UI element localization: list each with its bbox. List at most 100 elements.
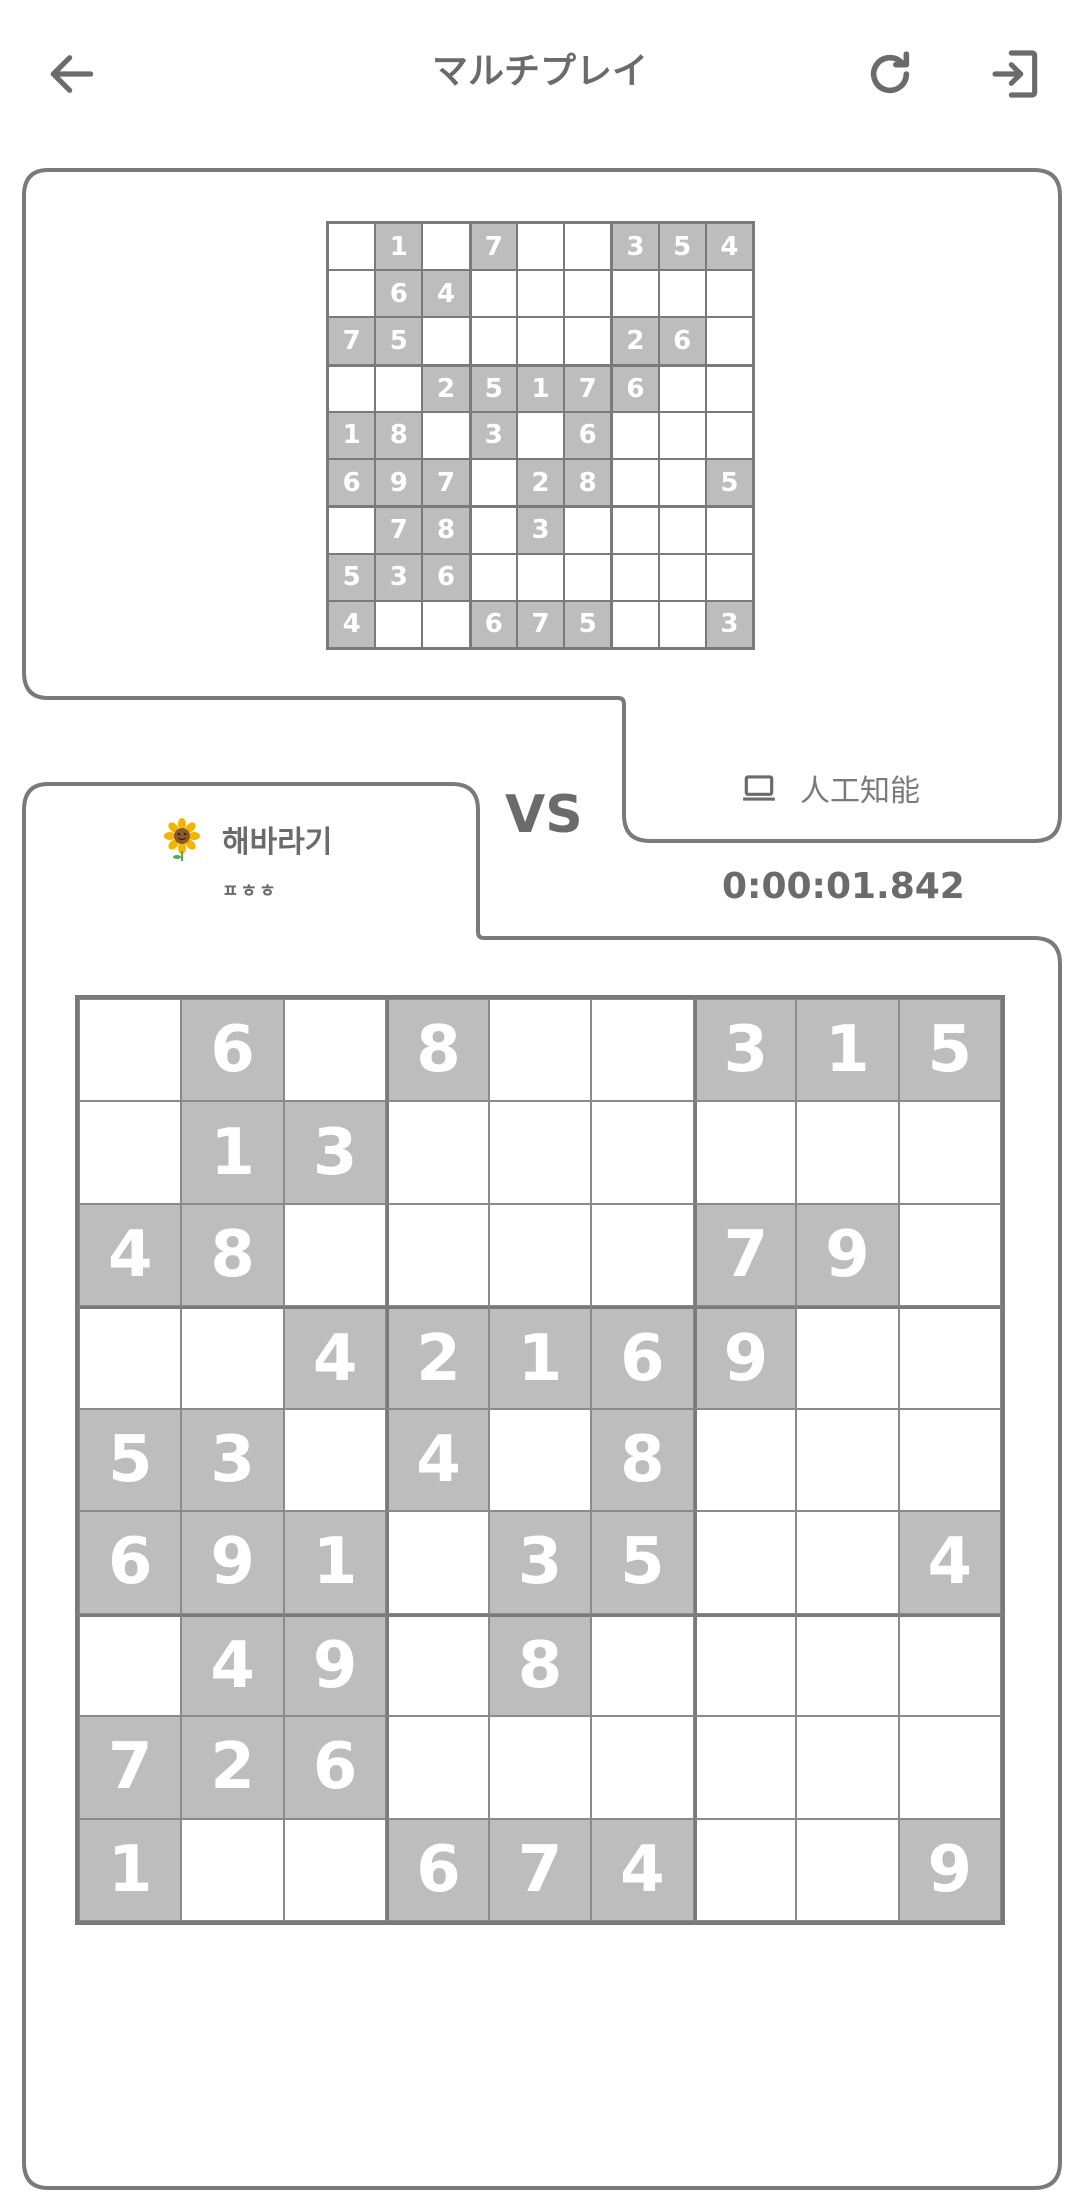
sudoku-cell[interactable]: 5: [79, 1408, 182, 1512]
sudoku-cell: 7: [328, 317, 376, 365]
sudoku-cell[interactable]: [488, 1203, 592, 1307]
sudoku-cell[interactable]: [796, 1101, 899, 1204]
sudoku-cell[interactable]: [386, 1716, 489, 1819]
sudoku-cell[interactable]: [488, 1101, 592, 1204]
sudoku-cell[interactable]: 9: [898, 1818, 1001, 1921]
sudoku-cell[interactable]: 7: [693, 1203, 797, 1307]
sudoku-cell[interactable]: [693, 1511, 797, 1614]
sudoku-cell[interactable]: 1: [181, 1101, 284, 1204]
sudoku-cell: 6: [611, 364, 659, 412]
sudoku-cell[interactable]: 1: [796, 999, 899, 1102]
sudoku-cell[interactable]: 3: [283, 1101, 387, 1204]
sudoku-cell[interactable]: 9: [796, 1203, 899, 1307]
sudoku-cell[interactable]: 9: [693, 1306, 797, 1409]
sudoku-cell[interactable]: [693, 1716, 797, 1819]
sudoku-cell[interactable]: [488, 999, 592, 1102]
sudoku-cell[interactable]: 8: [386, 999, 489, 1102]
sudoku-cell[interactable]: 4: [591, 1818, 694, 1921]
sudoku-cell: 7: [564, 364, 612, 412]
sudoku-cell: [658, 600, 706, 648]
sudoku-cell[interactable]: 6: [386, 1818, 489, 1921]
sudoku-cell[interactable]: 3: [181, 1408, 284, 1512]
sudoku-cell[interactable]: 3: [693, 999, 797, 1102]
sudoku-cell[interactable]: [283, 1408, 387, 1512]
sudoku-cell[interactable]: 4: [79, 1203, 182, 1307]
sudoku-cell[interactable]: [79, 1101, 182, 1204]
sudoku-cell[interactable]: [898, 1203, 1001, 1307]
sudoku-cell[interactable]: [591, 1101, 694, 1204]
sudoku-cell[interactable]: 8: [181, 1203, 284, 1307]
sudoku-cell: 7: [469, 223, 517, 271]
refresh-button[interactable]: [850, 34, 930, 114]
sudoku-cell[interactable]: [693, 1408, 797, 1512]
sudoku-cell: 8: [375, 411, 423, 460]
sudoku-cell[interactable]: [796, 1306, 899, 1409]
sudoku-cell[interactable]: 4: [386, 1408, 489, 1512]
sudoku-cell[interactable]: [796, 1818, 899, 1921]
sudoku-cell[interactable]: [898, 1306, 1001, 1409]
sudoku-cell[interactable]: [898, 1716, 1001, 1819]
sudoku-cell[interactable]: [796, 1716, 899, 1819]
sudoku-cell: [705, 270, 753, 318]
sudoku-cell[interactable]: 6: [283, 1716, 387, 1819]
sudoku-cell[interactable]: 1: [283, 1511, 387, 1614]
sudoku-cell[interactable]: 4: [181, 1613, 284, 1717]
sudoku-cell[interactable]: [693, 1613, 797, 1717]
sudoku-cell[interactable]: [79, 999, 182, 1102]
sudoku-cell: [328, 223, 376, 271]
sudoku-cell[interactable]: [693, 1818, 797, 1921]
sudoku-cell: 6: [469, 600, 517, 648]
sudoku-cell[interactable]: 2: [181, 1716, 284, 1819]
sudoku-cell[interactable]: 9: [283, 1613, 387, 1717]
sudoku-cell[interactable]: [283, 1818, 387, 1921]
sudoku-cell[interactable]: 6: [79, 1511, 182, 1614]
sudoku-cell[interactable]: [591, 1716, 694, 1819]
sudoku-cell[interactable]: 7: [79, 1716, 182, 1819]
sudoku-cell[interactable]: [283, 1203, 387, 1307]
sudoku-cell[interactable]: [386, 1101, 489, 1204]
sudoku-cell[interactable]: [693, 1101, 797, 1204]
sudoku-cell[interactable]: 1: [79, 1818, 182, 1921]
sudoku-cell[interactable]: [796, 1613, 899, 1717]
sudoku-cell[interactable]: 9: [181, 1511, 284, 1614]
sudoku-cell[interactable]: [488, 1716, 592, 1819]
sudoku-cell[interactable]: [898, 1613, 1001, 1717]
opponent-board: 1735464752625176183669728578353646753: [326, 221, 755, 650]
sudoku-cell: [658, 553, 706, 601]
sudoku-cell[interactable]: 4: [283, 1306, 387, 1409]
sudoku-cell[interactable]: 5: [898, 999, 1001, 1102]
sudoku-cell[interactable]: 6: [591, 1306, 694, 1409]
sudoku-cell[interactable]: [283, 999, 387, 1102]
sudoku-cell[interactable]: [386, 1511, 489, 1614]
sudoku-cell[interactable]: 5: [591, 1511, 694, 1614]
sudoku-cell[interactable]: [79, 1306, 182, 1409]
sudoku-cell[interactable]: 4: [898, 1511, 1001, 1614]
sudoku-cell[interactable]: [591, 1613, 694, 1717]
sudoku-cell[interactable]: [796, 1408, 899, 1512]
sudoku-cell[interactable]: 1: [488, 1306, 592, 1409]
sudoku-cell[interactable]: [386, 1203, 489, 1307]
sudoku-cell[interactable]: [591, 999, 694, 1102]
sudoku-cell[interactable]: 2: [386, 1306, 489, 1409]
sudoku-cell[interactable]: 3: [488, 1511, 592, 1614]
sudoku-cell: [469, 506, 517, 554]
sudoku-cell[interactable]: [898, 1408, 1001, 1512]
sudoku-cell[interactable]: 8: [591, 1408, 694, 1512]
sudoku-cell[interactable]: 6: [181, 999, 284, 1102]
sudoku-cell[interactable]: [386, 1613, 489, 1717]
exit-button[interactable]: [976, 34, 1056, 114]
sudoku-cell[interactable]: 7: [488, 1818, 592, 1921]
vs-label: VS: [505, 785, 583, 845]
sudoku-cell: 6: [328, 459, 376, 507]
player-info: 해바라기: [160, 815, 332, 863]
sudoku-cell[interactable]: [79, 1613, 182, 1717]
sudoku-cell[interactable]: [591, 1203, 694, 1307]
sudoku-cell[interactable]: [181, 1306, 284, 1409]
sudoku-cell[interactable]: [796, 1511, 899, 1614]
sudoku-cell[interactable]: [181, 1818, 284, 1921]
sudoku-cell[interactable]: [898, 1101, 1001, 1204]
sudoku-cell[interactable]: 8: [488, 1613, 592, 1717]
sudoku-cell[interactable]: [488, 1408, 592, 1512]
sudoku-cell: [611, 506, 659, 554]
sudoku-cell: 9: [375, 459, 423, 507]
